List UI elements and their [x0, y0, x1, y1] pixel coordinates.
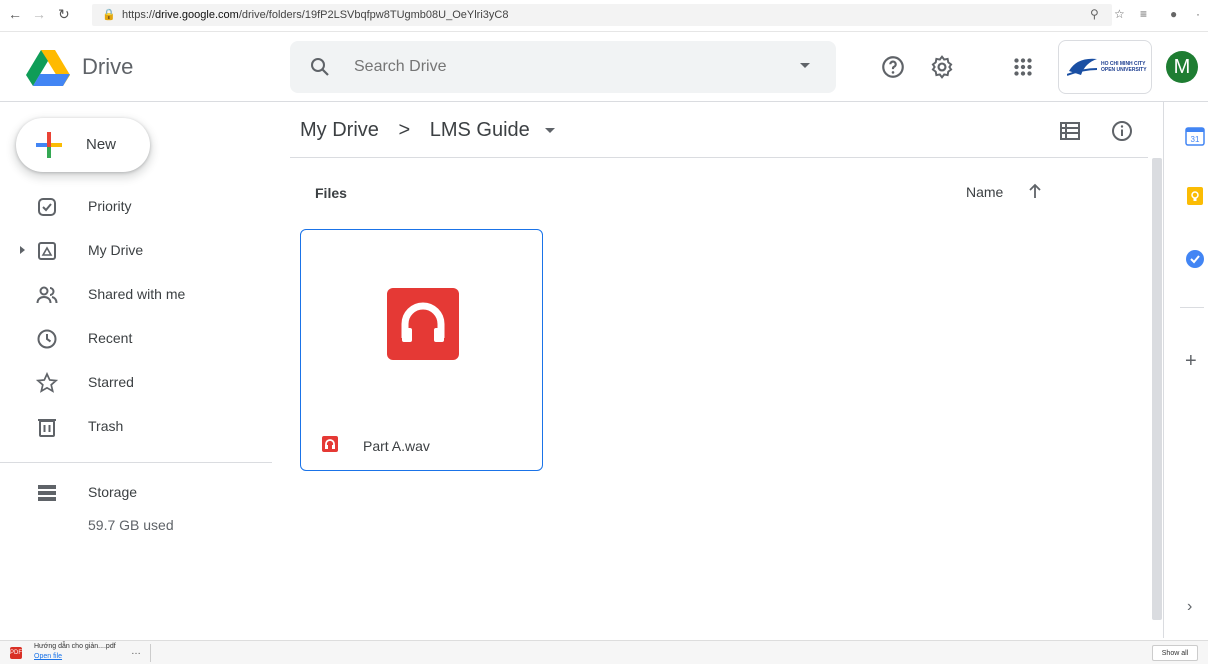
search-icon[interactable] — [308, 55, 332, 79]
add-addon-plus-icon[interactable]: + — [1185, 350, 1197, 373]
breadcrumb-my-drive[interactable]: My Drive — [300, 119, 379, 142]
sort-ascending-arrow-icon[interactable] — [1026, 182, 1044, 200]
open-file-link[interactable]: Open file — [34, 653, 62, 660]
breadcrumb: My Drive > LMS Guide — [300, 119, 556, 142]
priority-icon — [38, 198, 56, 216]
trash-icon — [38, 419, 56, 437]
storage-used-text: 59.7 GB used — [88, 517, 174, 533]
drive-logo-icon[interactable] — [26, 50, 70, 86]
download-more-button[interactable]: … — [131, 646, 141, 657]
browser-menu-icon[interactable]: · — [1196, 7, 1200, 21]
expand-panel-chevron-icon[interactable]: › — [1187, 598, 1192, 616]
new-button-label: New — [86, 136, 117, 153]
side-panel-divider — [1180, 307, 1204, 308]
audio-file-icon — [387, 288, 459, 360]
people-icon — [36, 286, 58, 304]
pdf-file-icon: PDF — [10, 647, 22, 659]
show-all-button[interactable]: Show all — [1152, 645, 1198, 661]
organization-logo[interactable]: HO CHI MINH CITY OPEN UNIVERSITY — [1058, 40, 1152, 94]
breadcrumb-separator: > — [398, 119, 411, 142]
address-bar[interactable]: 🔒 https://drive.google.com/drive/folders… — [92, 4, 1112, 26]
sidebar-item-label: Shared with me — [88, 286, 186, 302]
help-icon[interactable] — [880, 54, 906, 80]
clock-icon — [37, 329, 57, 349]
calendar-day: 31 — [1191, 135, 1200, 144]
back-icon[interactable]: ← — [8, 6, 22, 22]
browser-toolbar: ← → ↻ 🔒 https://drive.google.com/drive/f… — [0, 0, 1208, 32]
university-name: HO CHI MINH CITY OPEN UNIVERSITY — [1101, 61, 1147, 73]
sidebar-item-label: Trash — [88, 418, 124, 434]
favorites-bar-icon[interactable]: ≡ — [1140, 7, 1147, 21]
account-avatar[interactable]: M — [1166, 51, 1198, 83]
sidebar-item-recent[interactable]: Recent — [0, 320, 272, 360]
breadcrumb-current-folder[interactable]: LMS Guide — [430, 119, 530, 142]
sidebar-item-my-drive[interactable]: My Drive — [0, 232, 272, 272]
file-thumbnail[interactable] — [301, 230, 542, 408]
scrollbar[interactable] — [1152, 158, 1162, 620]
storage-icon — [38, 485, 56, 501]
sidebar-item-label: Priority — [88, 198, 132, 214]
search-box[interactable] — [290, 41, 836, 93]
drive-brand[interactable]: Drive — [82, 54, 133, 80]
folder-menu-dropdown-icon[interactable] — [545, 128, 556, 134]
university-logo-icon — [1067, 58, 1098, 76]
files-section-label: Files — [315, 185, 347, 201]
sidebar-item-shared-with-me[interactable]: Shared with me — [0, 276, 272, 316]
sidebar-divider — [0, 462, 272, 463]
keep-icon[interactable] — [1185, 186, 1205, 206]
zoom-icon[interactable]: ⚲ — [1090, 7, 1099, 21]
my-drive-icon — [38, 242, 56, 260]
sidebar-item-storage[interactable]: Storage — [0, 474, 272, 514]
profile-icon[interactable]: ● — [1170, 7, 1177, 21]
settings-gear-icon[interactable] — [929, 54, 955, 80]
url-host: drive.google.com — [155, 9, 239, 21]
sidebar-item-label: Recent — [88, 330, 133, 346]
star-icon — [36, 372, 58, 393]
url-prefix: https:// — [122, 9, 156, 21]
forward-icon[interactable]: → — [32, 6, 46, 22]
refresh-icon[interactable]: ↻ — [58, 6, 70, 23]
expand-caret-icon[interactable] — [20, 246, 25, 254]
file-card[interactable]: Part A.wav — [300, 229, 543, 471]
plus-icon — [36, 132, 62, 158]
audio-type-icon — [322, 436, 338, 452]
file-name: Part A.wav — [363, 438, 430, 454]
drive-header: Drive HO CHI MINH CITY OPEN UNIVERSITY M — [0, 32, 1208, 102]
sidebar-item-label: Starred — [88, 374, 134, 390]
sort-by-name[interactable]: Name — [966, 184, 1003, 200]
storage-label: Storage — [88, 484, 138, 500]
apps-grid-icon[interactable] — [1010, 54, 1036, 80]
download-bar: PDF Hướng dẫn cho giản....pdf Open file … — [0, 640, 1208, 664]
sidebar-item-label: My Drive — [88, 242, 144, 258]
search-input[interactable] — [352, 41, 772, 93]
sidebar-item-starred[interactable]: Starred — [0, 364, 272, 404]
download-file-name[interactable]: Hướng dẫn cho giản....pdf — [34, 643, 116, 650]
download-bar-divider — [150, 644, 151, 662]
list-view-icon[interactable] — [1058, 119, 1082, 143]
tasks-icon[interactable] — [1185, 249, 1205, 269]
search-options-icon[interactable] — [800, 63, 810, 68]
favorite-star-icon[interactable]: ☆ — [1114, 7, 1125, 21]
lock-icon: 🔒 — [102, 9, 116, 21]
info-icon[interactable] — [1110, 119, 1134, 143]
content-divider — [290, 157, 1148, 158]
new-button[interactable]: New — [16, 118, 150, 172]
sidebar-item-trash[interactable]: Trash — [0, 408, 272, 448]
url-path: /drive/folders/19fP2LSVbqfpw8TUgmb08U_Oe… — [238, 9, 509, 21]
calendar-icon[interactable]: 31 — [1185, 126, 1205, 146]
sidebar-item-priority[interactable]: Priority — [0, 188, 272, 228]
